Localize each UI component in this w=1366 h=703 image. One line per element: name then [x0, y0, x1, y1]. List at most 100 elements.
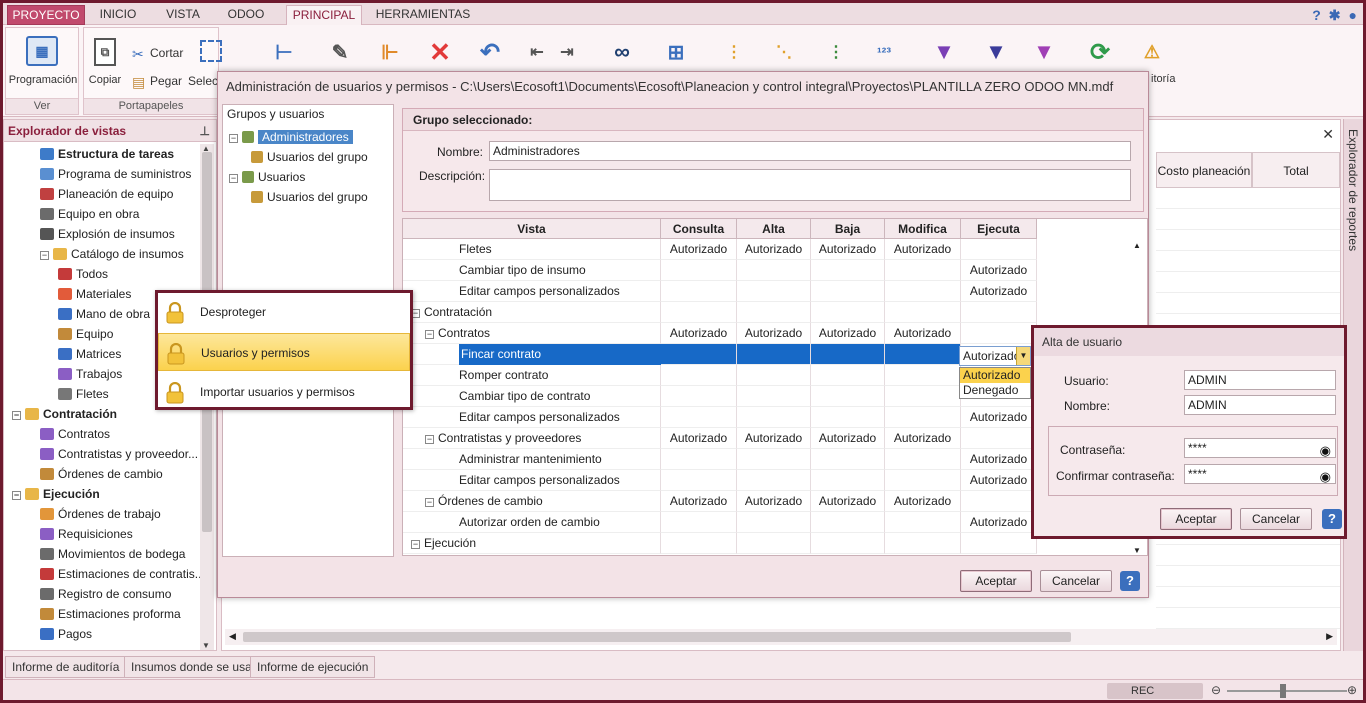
collapse-icon[interactable]: − — [12, 411, 21, 420]
rec-indicator[interactable]: REC — [1107, 683, 1203, 699]
collapse-icon[interactable]: − — [411, 540, 420, 549]
explorer-item[interactable]: Contratos — [40, 424, 110, 444]
modifica-cell[interactable]: Autorizado — [885, 323, 961, 344]
consulta-cell[interactable] — [661, 470, 737, 491]
modifica-cell[interactable] — [885, 533, 961, 554]
explorer-item[interactable]: Programa de suministros — [40, 164, 191, 184]
baja-cell[interactable] — [811, 344, 885, 365]
filter-icon[interactable]: ▼ — [929, 37, 959, 67]
baja-cell[interactable] — [811, 260, 885, 281]
alta-cell[interactable] — [737, 407, 811, 428]
modifica-cell[interactable] — [885, 281, 961, 302]
collapse-icon[interactable]: − — [425, 498, 434, 507]
ejecuta-cell[interactable]: Autorizado — [961, 470, 1037, 491]
permission-row[interactable]: Autorizar orden de cambio Autorizado — [403, 512, 1133, 533]
permission-row[interactable]: Fletes Autorizado Autorizado Autorizado Auto… — [403, 239, 1133, 260]
tab-vista[interactable]: VISTA — [163, 5, 203, 25]
consulta-cell[interactable] — [661, 407, 737, 428]
seleccionar-button[interactable]: Selec — [188, 74, 218, 88]
explorer-item[interactable]: Movimientos de bodega — [40, 544, 185, 564]
alta-help-button[interactable]: ? — [1322, 509, 1342, 529]
ejecuta-cell[interactable] — [961, 428, 1037, 449]
copiar-button[interactable]: Copiar — [86, 74, 124, 86]
alta-cell[interactable]: Autorizado — [737, 491, 811, 512]
baja-cell[interactable] — [811, 470, 885, 491]
group-tree-item[interactable]: Usuarios del grupo — [251, 147, 368, 167]
tab-proyecto[interactable]: PROYECTO — [7, 5, 85, 25]
tab-informe-ejecucion[interactable]: Informe de ejecución — [250, 656, 376, 678]
consulta-cell[interactable]: Autorizado — [661, 239, 737, 260]
consulta-cell[interactable] — [661, 512, 737, 533]
grid-scroll-up-icon[interactable]: ▲ — [1133, 241, 1141, 250]
permission-row[interactable]: − Contratos Autorizado Autorizado Autorizado… — [403, 323, 1133, 344]
sort-desc-icon[interactable]: ⋮ — [821, 37, 851, 67]
explorer-item[interactable]: Contratistas y proveedor... — [40, 444, 198, 464]
explorer-item[interactable]: Todos — [58, 264, 108, 284]
alta-cell[interactable] — [737, 365, 811, 386]
baja-cell[interactable] — [811, 302, 885, 323]
alta-cell[interactable] — [737, 512, 811, 533]
baja-cell[interactable] — [811, 365, 885, 386]
alta-cell[interactable]: Autorizado — [737, 428, 811, 449]
show-confirm-password-icon[interactable]: ◉ — [1320, 468, 1331, 486]
consulta-cell[interactable] — [661, 260, 737, 281]
sort-icon[interactable]: ⋮ — [719, 37, 749, 67]
modifica-cell[interactable] — [885, 302, 961, 323]
baja-cell[interactable]: Autorizado — [811, 428, 885, 449]
group-description-input[interactable] — [489, 169, 1131, 201]
filter-edit-icon[interactable]: ▼ — [1029, 37, 1059, 67]
permission-row[interactable]: Editar campos personalizados Autorizado — [403, 470, 1133, 491]
modifica-cell[interactable] — [885, 386, 961, 407]
consulta-cell[interactable]: Autorizado — [661, 323, 737, 344]
ejecuta-cell[interactable]: Autorizado — [961, 281, 1037, 302]
edit-icon[interactable]: ✎ — [325, 37, 355, 67]
alta-cell[interactable] — [737, 281, 811, 302]
filter-clear-icon[interactable]: ▼ — [981, 37, 1011, 67]
alta-cancelar-button[interactable]: Cancelar — [1240, 508, 1312, 530]
alta-aceptar-button[interactable]: Aceptar — [1160, 508, 1232, 530]
explorer-item[interactable]: Equipo — [58, 324, 113, 344]
audit-warning-icon[interactable]: ⚠ — [1137, 37, 1167, 67]
collapse-icon[interactable]: − — [12, 491, 21, 500]
column-header-0[interactable]: Vista — [403, 219, 661, 239]
nombre-user-input[interactable]: ADMIN — [1184, 395, 1336, 415]
modifica-cell[interactable] — [885, 512, 961, 533]
explorer-item[interactable]: Materiales — [58, 284, 131, 304]
alta-cell[interactable]: Autorizado — [737, 239, 811, 260]
consulta-cell[interactable] — [661, 365, 737, 386]
show-password-icon[interactable]: ◉ — [1320, 442, 1331, 460]
grid-scroll-down-icon[interactable]: ▼ — [1133, 546, 1141, 555]
confirmar-input[interactable]: **** ◉ — [1184, 464, 1336, 484]
explorer-item[interactable]: Matrices — [58, 344, 121, 364]
column-header-3[interactable]: Baja — [811, 219, 885, 239]
consulta-cell[interactable] — [661, 281, 737, 302]
usuario-input[interactable]: ADMIN — [1184, 370, 1336, 390]
modifica-cell[interactable] — [885, 365, 961, 386]
baja-cell[interactable]: Autorizado — [811, 491, 885, 512]
numbering-icon[interactable]: ¹²³ — [869, 37, 899, 67]
modifica-cell[interactable] — [885, 407, 961, 428]
modifica-cell[interactable] — [885, 260, 961, 281]
scroll-down-icon[interactable]: ▼ — [202, 641, 210, 650]
alta-cell[interactable] — [737, 344, 811, 365]
chevron-down-icon[interactable]: ▼ — [1016, 347, 1030, 365]
menu-item[interactable]: Importar usuarios y permisos — [158, 373, 410, 411]
alta-cell[interactable] — [737, 449, 811, 470]
alta-cell[interactable] — [737, 260, 811, 281]
explorer-item[interactable]: Planeación de equipo — [40, 184, 173, 204]
alta-cell[interactable] — [737, 302, 811, 323]
ejecuta-cell[interactable] — [961, 323, 1037, 344]
outdent-icon[interactable]: ⇤ — [525, 39, 549, 65]
scroll-left-icon[interactable]: ◀ — [229, 631, 236, 642]
explorer-item[interactable]: Trabajos — [58, 364, 122, 384]
contrasena-input[interactable]: **** ◉ — [1184, 438, 1336, 458]
explorer-item[interactable]: Órdenes de trabajo — [40, 504, 161, 524]
pegar-button[interactable]: Pegar — [150, 74, 182, 88]
explorer-item[interactable]: Requisiciones — [40, 524, 133, 544]
consulta-cell[interactable] — [661, 344, 737, 365]
cortar-button[interactable]: Cortar — [150, 46, 183, 60]
baja-cell[interactable] — [811, 533, 885, 554]
zoom-handle[interactable] — [1280, 684, 1286, 698]
consulta-cell[interactable] — [661, 386, 737, 407]
permission-row[interactable]: − Órdenes de cambio Autorizado Autorizado Au… — [403, 491, 1133, 512]
